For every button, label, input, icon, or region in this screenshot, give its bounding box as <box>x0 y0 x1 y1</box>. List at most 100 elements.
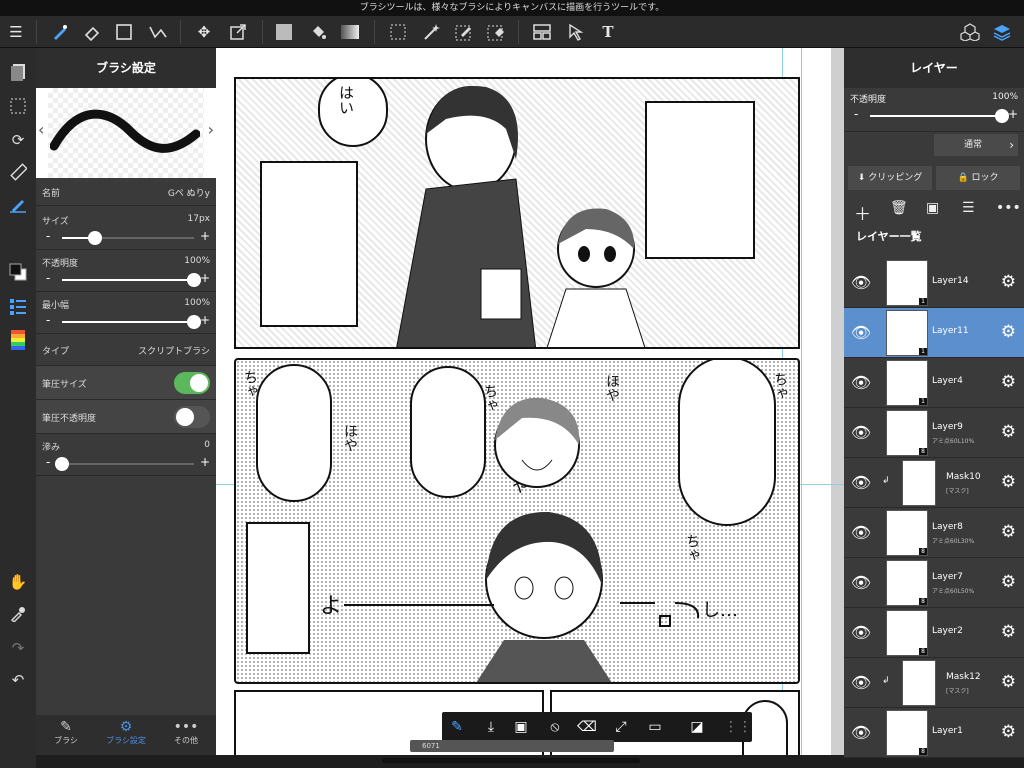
layer-opacity-knob[interactable] <box>995 109 1009 123</box>
opacity-minus-button[interactable]: - <box>46 271 50 285</box>
undo-icon[interactable]: ↶ <box>6 668 30 692</box>
bucket-icon[interactable] <box>306 20 330 44</box>
select-pen-icon[interactable] <box>452 20 476 44</box>
color-list-icon[interactable] <box>6 294 30 318</box>
menu-icon[interactable]: ☰ <box>4 20 28 44</box>
text-icon[interactable]: T <box>596 20 620 44</box>
chevron-right-icon[interactable]: › <box>208 120 214 139</box>
color-swatch-icon[interactable] <box>6 260 30 284</box>
eyedropper-icon[interactable] <box>6 602 30 626</box>
layer-row[interactable]: 👁 8 Layer9 アミ点60L10% ⚙ <box>844 408 1024 458</box>
panel-icon[interactable] <box>530 20 554 44</box>
trash-icon[interactable]: 🗑 <box>890 200 908 216</box>
eye-icon[interactable]: 👁 <box>850 623 872 643</box>
canvas-area[interactable]: はい ちゃ ほや ちゃ ほや ほや <box>216 48 844 755</box>
gear-icon[interactable]: ⚙ <box>1001 272 1016 292</box>
brush-name-row[interactable]: 名前 Gペ ぬりy <box>36 180 216 206</box>
gear-icon[interactable]: ⚙ <box>1001 372 1016 392</box>
eraser-select-icon[interactable]: ⌫ <box>576 716 598 738</box>
gear-icon[interactable]: ⚙ <box>1001 572 1016 592</box>
eye-icon[interactable]: 👁 <box>850 673 872 693</box>
eye-icon[interactable]: 👁 <box>850 523 872 543</box>
layer-row[interactable]: 👁 1 Layer4 ⚙ <box>844 358 1024 408</box>
layer-row[interactable]: 👁 1 Layer11 ⚙ <box>844 308 1024 358</box>
clipping-button[interactable]: ⬇ クリッピング <box>848 166 932 190</box>
fill-icon[interactable]: ◪ <box>686 716 708 738</box>
expand-icon[interactable]: ⤢ <box>610 716 632 738</box>
rectangle-icon[interactable] <box>112 20 136 44</box>
select-rect-icon[interactable] <box>386 20 410 44</box>
pressure-size-toggle[interactable] <box>174 372 210 394</box>
pointer-icon[interactable] <box>564 20 588 44</box>
gear-icon[interactable]: ⚙ <box>1001 672 1016 692</box>
min-width-plus-button[interactable]: + <box>200 313 210 327</box>
blur-plus-button[interactable]: + <box>200 455 210 469</box>
eye-icon[interactable]: 👁 <box>850 573 872 593</box>
gear-icon[interactable]: ⚙ <box>1001 722 1016 742</box>
select-eraser-icon[interactable] <box>484 20 508 44</box>
download-icon[interactable]: ⤓ <box>480 716 502 738</box>
pressure-opacity-toggle[interactable] <box>174 406 210 428</box>
image-layer-icon[interactable]: ▣ <box>926 200 939 216</box>
layer-opacity-minus[interactable]: - <box>854 107 858 121</box>
hand-icon[interactable]: ✋ <box>6 570 30 594</box>
blend-mode-select[interactable]: 通常 › <box>934 134 1018 156</box>
redo-icon[interactable]: ↷ <box>6 636 30 660</box>
chevron-left-icon[interactable]: ‹ <box>38 120 44 139</box>
opacity-slider-knob[interactable] <box>187 273 201 287</box>
no-rotate-icon[interactable]: ⦸ <box>544 716 566 738</box>
screen-icon[interactable]: ▭ <box>644 716 666 738</box>
tab-brush-settings[interactable]: ⚙ ブラシ設定 <box>96 715 156 755</box>
layer-row[interactable]: 👁 8 Layer7 アミ点60L50% ⚙ <box>844 558 1024 608</box>
frame-icon[interactable]: ▣ <box>510 716 532 738</box>
size-minus-button[interactable]: - <box>46 229 50 243</box>
eye-icon[interactable]: 👁 <box>850 273 872 293</box>
eraser-icon[interactable] <box>80 20 104 44</box>
layer-row[interactable]: 👁 1 Layer14 ⚙ <box>844 258 1024 308</box>
layers-icon[interactable] <box>990 20 1014 44</box>
min-width-slider[interactable]: - + <box>46 313 210 329</box>
add-layer-icon[interactable]: ＋ <box>854 200 871 225</box>
pen-snap-icon[interactable] <box>6 192 30 216</box>
magic-wand-icon[interactable] <box>420 20 444 44</box>
gear-icon[interactable]: ⚙ <box>1001 522 1016 542</box>
pen-select-icon[interactable]: ✎ <box>446 716 468 738</box>
blur-minus-button[interactable]: - <box>46 455 50 469</box>
blur-slider-knob[interactable] <box>55 457 69 471</box>
gear-icon[interactable]: ⚙ <box>1001 422 1016 442</box>
size-plus-button[interactable]: + <box>200 229 210 243</box>
transform-icon[interactable] <box>226 20 250 44</box>
color-palette-icon[interactable] <box>6 328 30 352</box>
fill-color-icon[interactable] <box>272 20 296 44</box>
list-icon[interactable]: ☰ <box>962 200 975 216</box>
opacity-plus-button[interactable]: + <box>200 271 210 285</box>
move-icon[interactable]: ✥ <box>192 20 216 44</box>
size-slider-knob[interactable] <box>88 231 102 245</box>
layer-row[interactable]: 👁 ↲ Mask12 [マスク] ⚙ <box>844 658 1024 708</box>
material-icon[interactable] <box>958 20 982 44</box>
selection-icon[interactable] <box>6 94 30 118</box>
min-width-slider-knob[interactable] <box>187 315 201 329</box>
type-row[interactable]: タイプ スクリプトブラシ <box>36 334 216 366</box>
gear-icon[interactable]: ⚙ <box>1001 622 1016 642</box>
eye-icon[interactable]: 👁 <box>850 723 872 743</box>
brush-icon[interactable] <box>48 20 72 44</box>
layer-row[interactable]: 👁 8 Layer2 ⚙ <box>844 608 1024 658</box>
eye-icon[interactable]: 👁 <box>850 423 872 443</box>
ruler-icon[interactable] <box>6 160 30 184</box>
layer-row[interactable]: 👁 8 Layer8 アミ点60L30% ⚙ <box>844 508 1024 558</box>
tab-other[interactable]: ••• その他 <box>156 715 216 755</box>
eye-icon[interactable]: 👁 <box>850 323 872 343</box>
gear-icon[interactable]: ⚙ <box>1001 472 1016 492</box>
blur-slider[interactable]: - + <box>46 455 210 471</box>
opacity-slider[interactable]: - + <box>46 271 210 287</box>
rotate-icon[interactable]: ⟳ <box>6 128 30 152</box>
polyline-icon[interactable] <box>146 20 170 44</box>
layer-row[interactable]: 👁 8 Layer1 ⚙ <box>844 708 1024 758</box>
tab-brush[interactable]: ✎ ブラシ <box>36 715 96 755</box>
size-slider[interactable]: - + <box>46 229 210 245</box>
gradient-icon[interactable] <box>338 20 362 44</box>
layer-row[interactable]: 👁 ↲ Mask10 [マスク] ⚙ <box>844 458 1024 508</box>
page-icon[interactable] <box>6 60 30 84</box>
layer-opacity-slider[interactable]: - + <box>854 107 1018 123</box>
